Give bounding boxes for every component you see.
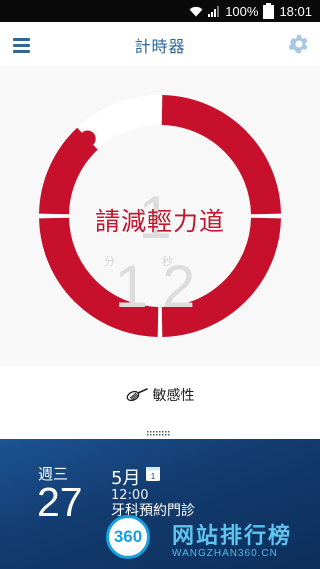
app-title: 計時器	[134, 37, 186, 56]
calendar-panel[interactable]: 週三 27 5月 1 12:00 牙科預約門診 360 网站排行榜 WANGZH…	[0, 439, 320, 569]
watermark-text: 网站排行榜	[172, 524, 293, 549]
mode-selector[interactable]: 敏感性	[0, 385, 320, 405]
ring-progress-cap	[79, 130, 96, 147]
drawer-handle[interactable]	[146, 431, 172, 436]
battery-icon	[263, 3, 275, 19]
gear-icon[interactable]	[286, 32, 310, 56]
status-bar: 100% 18:01	[0, 0, 320, 22]
clock: 18:01	[279, 3, 312, 19]
watermark-subtext: WANGZHAN360.CN	[172, 548, 278, 559]
calendar-icon-number: 1	[151, 472, 156, 481]
signal-icon	[208, 5, 220, 17]
mode-label: 敏感性	[152, 388, 195, 404]
minutes-unit-label: 分	[104, 255, 115, 268]
day-number: 27	[37, 479, 83, 525]
watermark-badge: 360	[106, 515, 150, 559]
month-label: 5月	[111, 468, 141, 489]
toothbrush-icon	[126, 388, 148, 402]
wifi-icon	[189, 6, 203, 16]
app-bar: 計時器	[0, 22, 320, 67]
seconds-unit-label: 秒	[162, 255, 173, 268]
pressure-warning: 請減輕力道	[94, 207, 225, 236]
battery-percent: 100%	[225, 3, 259, 19]
watermark: 360 网站排行榜 WANGZHAN360.CN	[106, 515, 320, 569]
calendar-icon: 1	[146, 467, 160, 481]
